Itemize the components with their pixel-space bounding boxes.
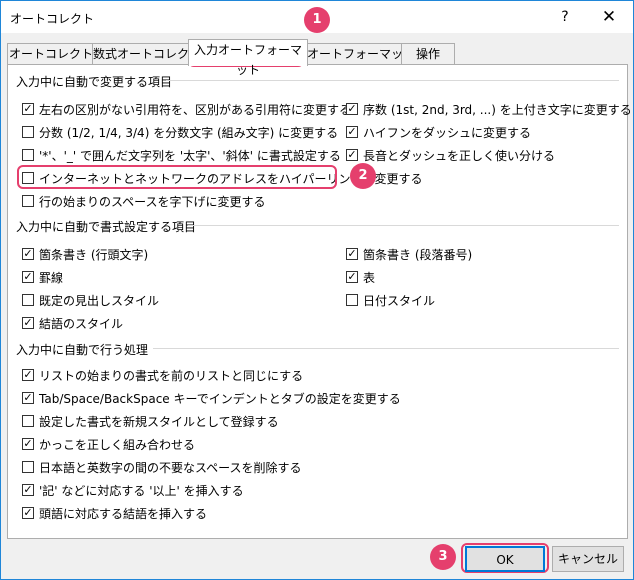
option-numbering: 箇条書き (段落番号): [363, 248, 473, 262]
option-remove-spaces: 日本語と英数字の間の不要なスペースを削除する: [39, 461, 302, 475]
checkbox-ordinals[interactable]: ✓: [346, 103, 358, 115]
checkbox-tables[interactable]: ✓: [346, 271, 358, 283]
tab-strip: オートコレクト 数式オートコレクト 入力オートフォーマット オートフォーマット …: [1, 39, 633, 81]
checkbox-fractions[interactable]: [22, 126, 34, 138]
option-bullets: 箇条書き (行頭文字): [39, 248, 149, 262]
step-badge-1: 1: [304, 7, 330, 33]
option-long-vowel: 長音とダッシュを正しく使い分ける: [363, 149, 556, 163]
option-match-parentheses: かっこを正しく組み合わせる: [39, 438, 196, 452]
option-insert-ijou: '記' などに対応する '以上' を挿入する: [39, 484, 244, 498]
step-badge-3: 3: [430, 544, 456, 570]
checkbox-list-format[interactable]: ✓: [22, 369, 34, 381]
section-divider: [153, 348, 619, 349]
checkbox-remove-spaces[interactable]: [22, 461, 34, 473]
checkbox-numbering[interactable]: ✓: [346, 248, 358, 260]
step-badge-2: 2: [350, 163, 376, 189]
autoformat-panel: 入力中に自動で変更する項目 ✓ 左右の区別がない引用符を、区別がある引用符に変更…: [7, 64, 632, 539]
option-highlight: [17, 165, 337, 189]
checkbox-insert-closing[interactable]: ✓: [22, 507, 34, 519]
checkbox-closing-style[interactable]: ✓: [22, 317, 34, 329]
option-ordinals: 序数 (1st, 2nd, 3rd, ...) を上付き文字に変更する: [363, 103, 632, 117]
autocorrect-dialog: オートコレクト ? ✕ オートコレクト 数式オートコレクト 入力オートフォーマッ…: [0, 0, 634, 580]
tab-autoformat-as-you-type[interactable]: 入力オートフォーマット: [188, 39, 308, 77]
dialog-title: オートコレクト: [10, 12, 95, 26]
option-tab-indent: Tab/Space/BackSpace キーでインデントとタブの設定を変更する: [39, 392, 401, 406]
option-tables: 表: [363, 271, 376, 285]
section-divider: [166, 80, 619, 81]
tab-autocorrect[interactable]: オートコレクト: [7, 43, 95, 64]
checkbox-hyphens[interactable]: ✓: [346, 126, 358, 138]
option-borders: 罫線: [39, 271, 64, 285]
close-icon[interactable]: ✕: [586, 4, 632, 30]
tab-autoformat[interactable]: オートフォーマット: [306, 43, 404, 81]
checkbox-indent-spaces[interactable]: [22, 195, 34, 207]
checkbox-tab-indent[interactable]: ✓: [22, 392, 34, 404]
option-smart-quotes: 左右の区別がない引用符を、区別がある引用符に変更する: [39, 103, 352, 117]
checkbox-define-styles[interactable]: [22, 415, 34, 427]
section-apply-as-you-type: 入力中に自動で書式設定する項目: [16, 220, 197, 234]
option-list-format: リストの始まりの書式を前のリストと同じにする: [39, 369, 304, 383]
checkbox-date-style[interactable]: [346, 294, 358, 306]
option-fractions: 分数 (1/2, 1/4, 3/4) を分数文字 (組み文字) に変更する: [39, 126, 339, 140]
option-bold-italic: '*'、'_' で囲んだ文字列を '太字'、'斜体' に書式設定する: [39, 149, 341, 163]
section-replace-as-you-type: 入力中に自動で変更する項目: [16, 75, 173, 89]
option-indent-spaces: 行の始まりのスペースを字下げに変更する: [39, 195, 266, 209]
checkbox-match-parentheses[interactable]: ✓: [22, 438, 34, 450]
checkbox-borders[interactable]: ✓: [22, 271, 34, 283]
option-define-styles: 設定した書式を新規スタイルとして登録する: [39, 415, 279, 429]
checkbox-bold-italic[interactable]: [22, 149, 34, 161]
option-closing-style: 結語のスタイル: [39, 317, 124, 331]
checkbox-smart-quotes[interactable]: ✓: [22, 103, 34, 115]
option-heading-styles: 既定の見出しスタイル: [39, 294, 160, 308]
cancel-button[interactable]: キャンセル: [552, 546, 624, 572]
option-hyphens: ハイフンをダッシュに変更する: [363, 126, 532, 140]
checkbox-heading-styles[interactable]: [22, 294, 34, 306]
option-date-style: 日付スタイル: [363, 294, 436, 308]
question-icon[interactable]: ?: [551, 6, 579, 28]
section-divider: [188, 225, 619, 226]
ok-button[interactable]: OK: [465, 546, 545, 572]
tab-actions[interactable]: 操作: [401, 43, 455, 64]
option-insert-closing: 頭語に対応する結語を挿入する: [39, 507, 208, 521]
tab-math-autocorrect[interactable]: 数式オートコレクト: [92, 43, 190, 81]
section-automatically-as-you-type: 入力中に自動で行う処理: [16, 343, 149, 357]
checkbox-insert-ijou[interactable]: ✓: [22, 484, 34, 496]
checkbox-bullets[interactable]: ✓: [22, 248, 34, 260]
checkbox-long-vowel[interactable]: ✓: [346, 149, 358, 161]
